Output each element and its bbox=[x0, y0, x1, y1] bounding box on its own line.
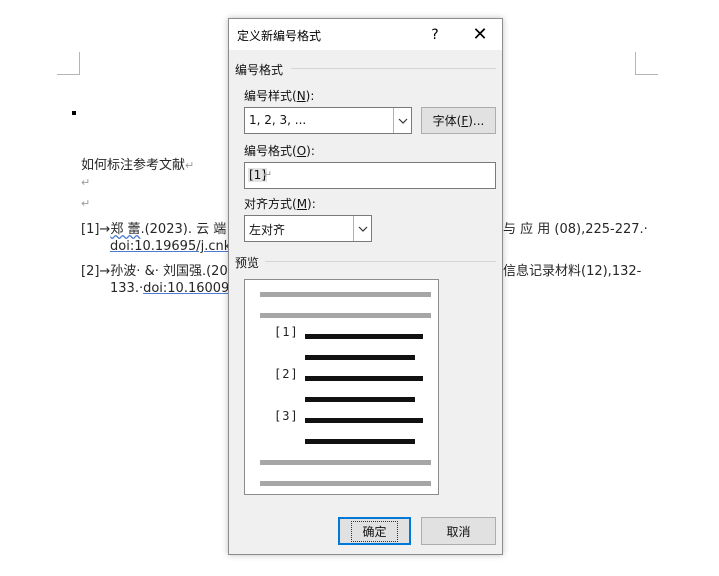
reference-1-doi[interactable]: doi:10.19695/j.cnki.c bbox=[110, 239, 246, 254]
preview-text-line bbox=[305, 418, 423, 423]
ref-1-prefix: [1]→ bbox=[81, 222, 111, 237]
preview-gray-line bbox=[260, 481, 431, 486]
dialog-titlebar[interactable]: 定义新编号格式 ? ✕ bbox=[229, 19, 502, 50]
dialog-title: 定义新编号格式 bbox=[237, 29, 322, 43]
numbering-style-label: 编号样式(N): bbox=[244, 89, 315, 103]
ref-2-page: 133.· bbox=[110, 281, 144, 296]
group-divider bbox=[265, 261, 496, 262]
close-icon[interactable]: ✕ bbox=[460, 19, 500, 50]
help-icon[interactable]: ? bbox=[415, 19, 455, 50]
define-numbering-format-dialog: 定义新编号格式 ? ✕ 编号格式 编号样式(N): 1, 2, 3, ... 字… bbox=[228, 18, 503, 555]
alignment-label: 对齐方式(M): bbox=[244, 197, 316, 211]
group-label-numbering-format: 编号格式 bbox=[235, 63, 284, 77]
reference-2-line-2[interactable]: 133.·doi:10.16009/j. bbox=[110, 281, 241, 296]
preview-pane: [1] [2] [3] bbox=[244, 279, 439, 495]
preview-number-1: [1] bbox=[274, 325, 299, 339]
preview-text-line bbox=[305, 397, 415, 402]
doc-heading-text: 如何标注参考文献 bbox=[81, 158, 186, 173]
paragraph-mark: ↵ bbox=[81, 197, 91, 210]
doc-heading[interactable]: 如何标注参考文献↵ bbox=[81, 154, 194, 173]
paragraph-mark: ↵ bbox=[185, 159, 195, 172]
preview-gray-line bbox=[260, 460, 431, 465]
numbering-style-value: 1, 2, 3, ... bbox=[249, 113, 307, 127]
preview-text-line bbox=[305, 355, 415, 360]
preview-text-line bbox=[305, 376, 423, 381]
alignment-select[interactable]: 左对齐 bbox=[244, 215, 372, 242]
cancel-button[interactable]: 取消 bbox=[421, 517, 496, 545]
preview-number-2: [2] bbox=[274, 367, 299, 381]
numbering-format-label: 编号格式(O): bbox=[244, 144, 315, 158]
group-divider bbox=[291, 68, 496, 69]
paragraph-mark: ↵ bbox=[81, 176, 91, 189]
numbering-style-select[interactable]: 1, 2, 3, ... bbox=[244, 107, 412, 134]
reference-1-line-1-right: 与 应 用 (08),225-227.· bbox=[503, 222, 648, 237]
reference-1-line-1[interactable]: [1]→郑 蕾.(2023). 云 端 bbox=[81, 218, 226, 237]
font-button[interactable]: 字体(F)... bbox=[421, 107, 496, 134]
group-label-preview: 预览 bbox=[235, 256, 260, 270]
preview-text-line bbox=[305, 334, 423, 339]
crop-mark-top-left bbox=[57, 52, 80, 75]
alignment-value: 左对齐 bbox=[249, 223, 286, 237]
paragraph-mark: ↵ bbox=[263, 168, 273, 181]
reference-2-line-1[interactable]: [2]→孙波· &· 刘国强.(20 bbox=[81, 260, 228, 279]
ref-1-rest: .(2023). 云 端 bbox=[140, 222, 227, 237]
ref-1-author: 郑 蕾 bbox=[110, 222, 141, 237]
chevron-down-icon[interactable] bbox=[393, 108, 411, 133]
numbering-format-input[interactable]: [1] ↵ bbox=[244, 162, 496, 189]
chevron-down-icon[interactable] bbox=[353, 216, 371, 241]
ref-2-doi: doi:10.16009/j. bbox=[143, 281, 242, 296]
preview-text-line bbox=[305, 439, 415, 444]
crop-mark-top-right bbox=[635, 52, 658, 75]
reference-2-line-1-right: 信息记录材料(12),132- bbox=[503, 264, 642, 279]
bullet-mark bbox=[72, 111, 76, 115]
ok-button[interactable]: 确定 bbox=[338, 517, 411, 545]
preview-number-3: [3] bbox=[274, 409, 299, 423]
preview-gray-line bbox=[260, 313, 431, 318]
ok-button-label: 确定 bbox=[351, 520, 398, 542]
preview-gray-line bbox=[260, 292, 431, 297]
